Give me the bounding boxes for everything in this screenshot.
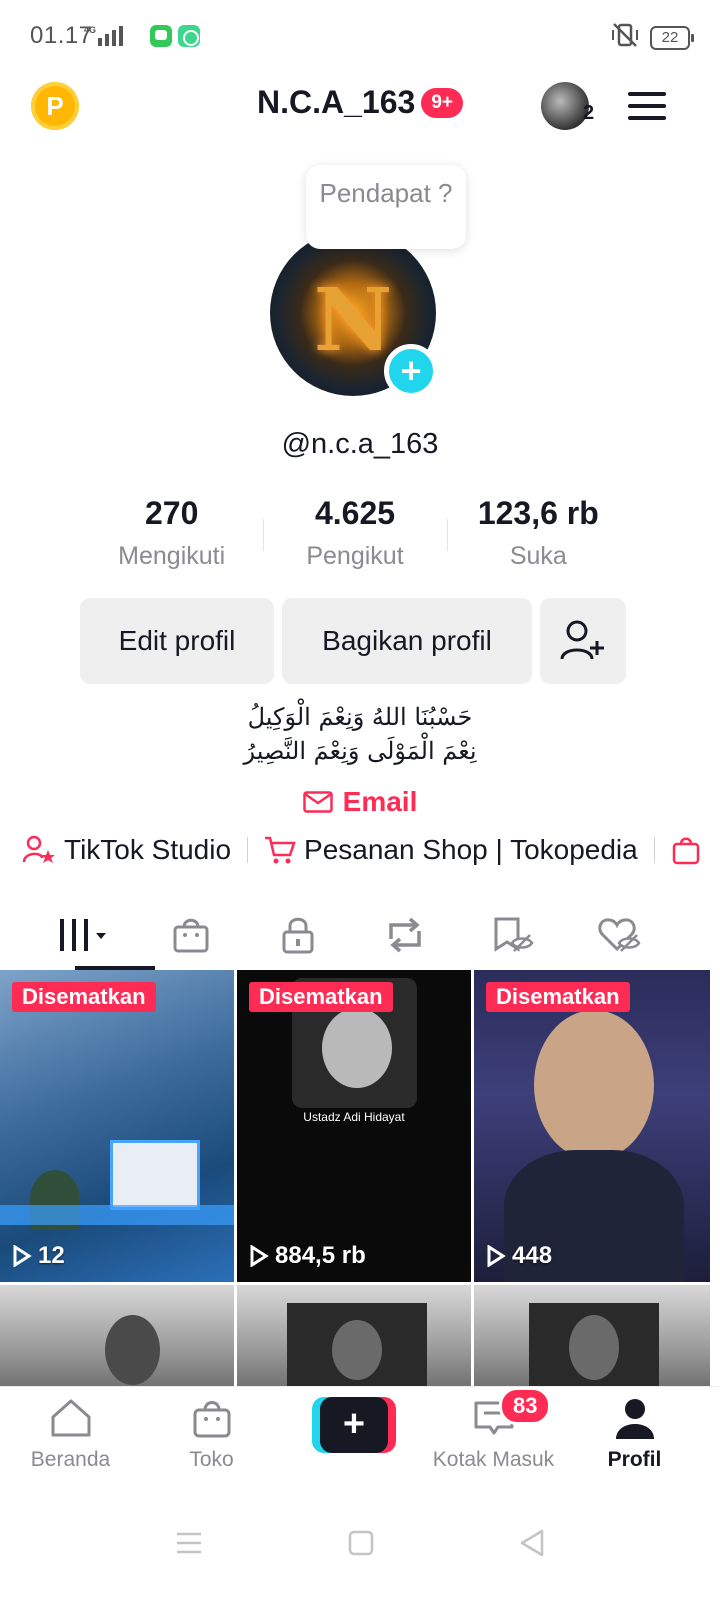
stat-likes[interactable]: 123,6 rb Suka — [446, 495, 630, 575]
tab-videos[interactable] — [30, 900, 155, 970]
nav-home[interactable]: Beranda — [0, 1387, 141, 1486]
view-count: 12 — [12, 1242, 65, 1270]
tab-reposts[interactable] — [351, 900, 458, 970]
video-caption: Ustadz Adi Hidayat — [303, 1110, 405, 1124]
shopping-bag-icon — [672, 837, 699, 865]
liked-hidden-icon — [597, 918, 641, 952]
tab-shop[interactable] — [137, 900, 244, 970]
nav-inbox[interactable]: 83 Kotak Masuk — [423, 1387, 564, 1486]
play-icon — [13, 1245, 32, 1267]
videos-icon — [59, 919, 106, 951]
profile-bio: حَسْبُنَا اللهُ وَنِعْمَ الْوَكِيلُ نِعْ… — [243, 703, 477, 765]
shop-bag-icon — [193, 1401, 230, 1438]
signal-icon: 4G — [84, 24, 140, 53]
home-icon — [51, 1399, 90, 1437]
inbox-badge: 83 — [499, 1387, 552, 1425]
video-thumbnail[interactable]: Ustadz Adi Hidayat Disematkan 884,5 rb — [237, 970, 471, 1282]
creator-star-icon — [22, 835, 55, 863]
status-bar: 01.17 4G 22 — [0, 0, 720, 70]
stat-following[interactable]: 270 Mengikuti — [80, 495, 263, 575]
profile-icon — [615, 1399, 654, 1439]
create-button[interactable]: + — [312, 1397, 396, 1453]
svg-text:4G: 4G — [84, 25, 96, 35]
menu-icon[interactable] — [628, 92, 666, 120]
nav-shop[interactable]: Toko — [141, 1387, 282, 1486]
add-person-icon — [560, 620, 604, 660]
profile-stats: 270 Mengikuti 4.625 Pengikut 123,6 rb Su… — [80, 495, 630, 575]
pinned-badge: Disematkan — [249, 982, 393, 1012]
pinned-badge: Disematkan — [12, 982, 156, 1012]
pinned-badge: Disematkan — [486, 982, 630, 1012]
mail-icon — [302, 791, 333, 813]
notification-badge: 9+ — [421, 87, 463, 118]
tab-favorites[interactable] — [458, 900, 565, 970]
home-button-icon[interactable] — [348, 1530, 374, 1556]
add-friend-button[interactable] — [540, 598, 626, 684]
username: @n.c.a_163 — [281, 428, 439, 460]
play-icon — [250, 1245, 269, 1267]
stat-followers[interactable]: 4.625 Pengikut — [263, 495, 446, 575]
app-notification-icon — [178, 25, 200, 47]
nav-create[interactable]: + — [282, 1387, 423, 1486]
account-count: 2 — [583, 102, 595, 124]
profile-title[interactable]: N.C.A_163 — [257, 84, 415, 121]
system-navigation — [0, 1486, 720, 1600]
play-icon — [487, 1245, 506, 1267]
email-link[interactable]: Email — [0, 786, 720, 818]
back-icon[interactable] — [519, 1529, 545, 1557]
recents-icon[interactable] — [175, 1531, 203, 1555]
video-thumbnail[interactable]: Disematkan 12 — [0, 970, 234, 1282]
tiktok-studio-link[interactable]: TikTok Studio — [22, 834, 231, 866]
add-story-button[interactable]: + — [384, 344, 438, 398]
tab-liked[interactable] — [565, 900, 672, 970]
account-switch-avatar[interactable] — [541, 82, 589, 130]
cart-icon — [265, 836, 296, 864]
thought-bubble[interactable]: Pendapat ? — [306, 165, 466, 249]
chat-app-icon — [150, 25, 172, 47]
share-profile-button[interactable]: Bagikan profil — [282, 598, 532, 684]
edit-profile-button[interactable]: Edit profil — [80, 598, 274, 684]
lock-icon — [282, 917, 313, 954]
shop-icon — [173, 918, 208, 953]
silent-vibrate-icon — [610, 22, 640, 53]
video-thumbnail[interactable]: Disematkan 448 — [474, 970, 710, 1282]
view-count: 884,5 rb — [249, 1242, 366, 1270]
bottom-navigation: Beranda Toko + 83 Kotak Masuk Profil — [0, 1386, 720, 1486]
video-thumbnail[interactable] — [474, 1285, 710, 1390]
shop-orders-link[interactable]: Pesanan Shop | Tokopedia — [264, 834, 638, 866]
nav-profile[interactable]: Profil — [564, 1387, 705, 1486]
video-grid: Disematkan 12 Ustadz Adi Hidayat Disemat… — [0, 970, 720, 1390]
profile-header: P N.C.A_163 9+ 2 — [0, 70, 720, 142]
shop-bag-link[interactable] — [671, 835, 701, 865]
content-tabs — [0, 900, 720, 970]
tab-private[interactable] — [244, 900, 351, 970]
favorites-hidden-icon — [494, 917, 534, 952]
plus-icon: + — [320, 1397, 388, 1453]
repost-icon — [388, 917, 421, 953]
battery-icon: 22 — [650, 25, 694, 50]
view-count: 448 — [486, 1242, 552, 1270]
video-thumbnail[interactable] — [237, 1285, 471, 1390]
video-thumbnail[interactable] — [0, 1285, 234, 1390]
profile-links: TikTok Studio Pesanan Shop | Tokopedia — [22, 834, 701, 866]
